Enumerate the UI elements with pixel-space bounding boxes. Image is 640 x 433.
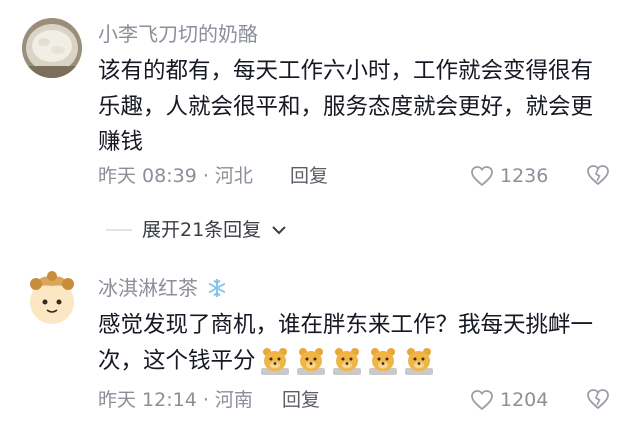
emoji-row xyxy=(260,346,434,376)
comment-text: 感觉发现了商机，谁在胖东来工作？我每天挑衅一次，这个钱平分 xyxy=(98,308,608,379)
heart-icon xyxy=(471,166,493,187)
comment-text: 该有的都有，每天工作六小时，工作就会变得很有乐趣，人就会很平和，服务态度就会更好… xyxy=(98,58,594,155)
comment-meta: 昨天 12:14 · 河南 xyxy=(98,389,253,411)
like-button[interactable]: 1204 xyxy=(470,388,548,412)
bear-emoji-icon xyxy=(332,348,361,375)
like-button[interactable]: 1236 xyxy=(470,164,548,188)
snowflake-icon xyxy=(208,279,226,297)
bear-emoji-icon xyxy=(296,348,325,375)
dislike-button[interactable] xyxy=(586,388,610,414)
reply-button[interactable]: 回复 xyxy=(290,164,328,188)
avatar[interactable] xyxy=(22,268,82,328)
expand-replies-label: 展开21条回复 xyxy=(142,219,262,241)
cartoon-character-icon xyxy=(22,268,82,328)
comment-meta: 昨天 08:39 · 河北 xyxy=(98,165,253,187)
broken-heart-icon xyxy=(587,389,609,410)
reply-button[interactable]: 回复 xyxy=(282,388,320,412)
dislike-button[interactable] xyxy=(586,164,610,190)
expand-divider xyxy=(106,229,132,231)
food-photo-icon xyxy=(22,18,82,78)
bear-emoji-icon xyxy=(404,348,433,375)
expand-replies-button[interactable]: 展开21条回复 xyxy=(106,218,287,242)
broken-heart-icon xyxy=(587,165,609,186)
username[interactable]: 小李飞刀切的奶酪 xyxy=(98,22,258,46)
like-count: 1236 xyxy=(500,165,549,187)
chevron-down-icon xyxy=(272,226,286,235)
bear-emoji-icon xyxy=(260,348,289,375)
like-count: 1204 xyxy=(500,389,549,411)
heart-icon xyxy=(471,390,493,411)
bear-emoji-icon xyxy=(368,348,397,375)
username[interactable]: 冰淇淋红茶 xyxy=(98,276,228,300)
avatar[interactable] xyxy=(22,18,82,78)
username-text: 冰淇淋红茶 xyxy=(98,276,198,300)
